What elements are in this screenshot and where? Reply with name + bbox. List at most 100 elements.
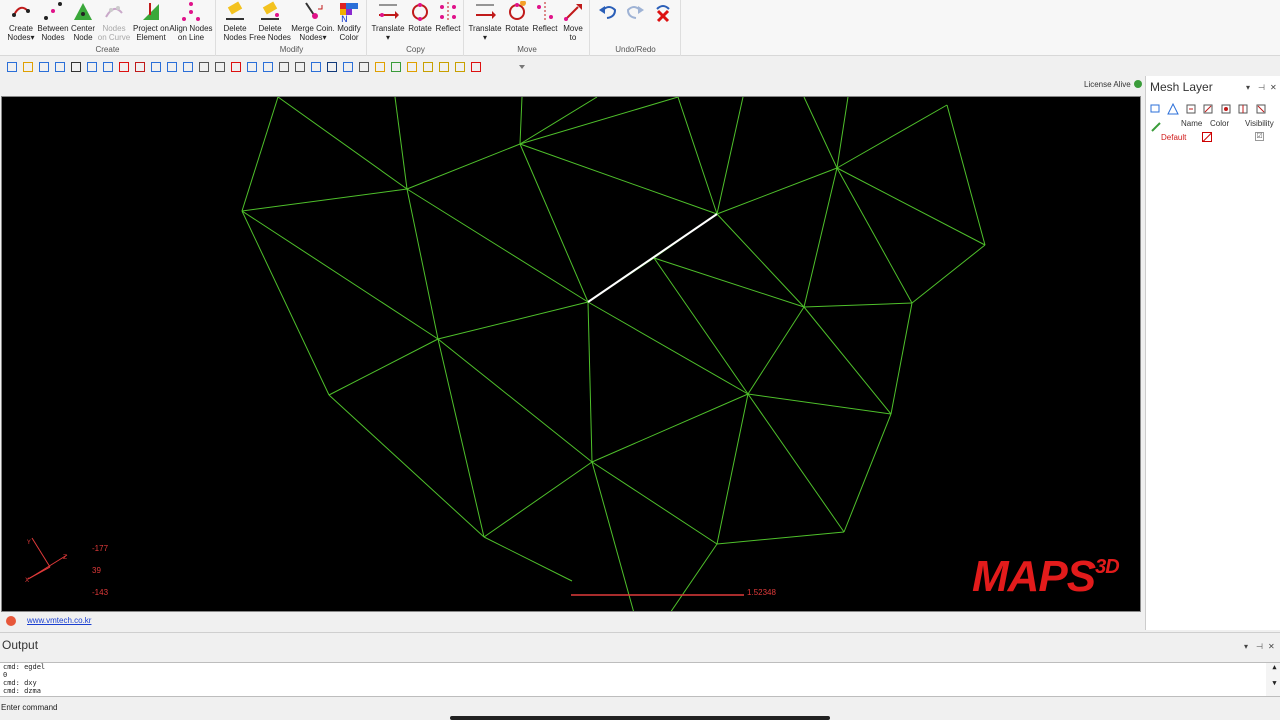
output-log[interactable]: cmd: egdel 0 cmd: dxy cmd: dzma ▲ ▼	[0, 662, 1280, 697]
mesh-edge[interactable]	[803, 302, 913, 308]
mesh-edge[interactable]	[437, 338, 485, 538]
mesh-edge[interactable]	[716, 97, 744, 215]
layer-add-icon[interactable]	[1185, 102, 1197, 114]
undo-button[interactable]	[595, 0, 621, 44]
column-name-header[interactable]: Name	[1181, 119, 1202, 128]
shade-icon[interactable]	[374, 60, 386, 72]
mesh-edge[interactable]	[747, 393, 845, 533]
delete-free-nodes-button[interactable]: Delete Free Nodes	[249, 0, 291, 44]
pan-icon[interactable]	[358, 60, 370, 72]
column-visibility-header[interactable]: Visibility	[1245, 119, 1274, 128]
layer-split-icon[interactable]	[1237, 102, 1249, 114]
zoom-window-icon[interactable]	[214, 60, 226, 72]
mesh-edge[interactable]	[747, 306, 805, 395]
mesh-edge[interactable]	[716, 531, 845, 545]
clear-history-button[interactable]	[650, 0, 676, 44]
mesh-edge[interactable]	[670, 543, 718, 612]
mesh-edge[interactable]	[519, 97, 598, 145]
save-as-icon[interactable]	[54, 60, 66, 72]
mesh-edge[interactable]	[437, 301, 589, 340]
mesh-edge[interactable]	[716, 167, 838, 215]
modify-color-button[interactable]: N Modify Color	[335, 0, 363, 44]
mesh-edge[interactable]	[836, 167, 986, 246]
mesh-edge[interactable]	[803, 167, 838, 308]
view-front-icon[interactable]	[134, 60, 146, 72]
mesh-edge[interactable]	[483, 536, 573, 582]
mesh-edge[interactable]	[241, 188, 408, 212]
pick-icon[interactable]	[470, 60, 482, 72]
nodes-on-curve-button[interactable]: Nodes on Curve	[98, 0, 130, 44]
layer-row-default[interactable]: Default ☑	[1146, 131, 1280, 143]
mesh-edge[interactable]	[591, 461, 634, 612]
mesh-edge[interactable]	[241, 210, 330, 396]
dropdown-icon[interactable]	[516, 60, 528, 72]
mesh-canvas[interactable]: Y Z X	[2, 97, 1141, 612]
rotate-view-icon[interactable]	[246, 60, 258, 72]
layer-name[interactable]: Default	[1161, 133, 1186, 142]
redo-icon[interactable]	[102, 60, 114, 72]
view-cube-icon[interactable]	[342, 60, 354, 72]
layer-merge-icon[interactable]	[1220, 102, 1232, 114]
mesh-edge[interactable]	[519, 97, 679, 145]
copy-translate-button[interactable]: Translate ▾	[371, 0, 405, 44]
mesh-edge[interactable]	[587, 301, 749, 395]
copy-rotate-button[interactable]: Rotate	[406, 0, 434, 44]
layer-tree-icon[interactable]	[1150, 102, 1162, 114]
axis-icon[interactable]	[422, 60, 434, 72]
delete-icon[interactable]	[118, 60, 130, 72]
copy-reflect-button[interactable]: Reflect	[434, 0, 462, 44]
mesh-edge[interactable]	[241, 97, 279, 212]
mesh-edge[interactable]	[483, 461, 593, 538]
delete-nodes-button[interactable]: Delete Nodes	[221, 0, 249, 44]
undo-icon[interactable]	[86, 60, 98, 72]
mesh-edge[interactable]	[587, 301, 593, 463]
mesh-edge[interactable]	[519, 97, 523, 145]
mesh-edge[interactable]	[803, 306, 892, 415]
column-color-header[interactable]: Color	[1210, 119, 1229, 128]
project-on-element-button[interactable]: Project on Element	[133, 0, 169, 44]
output-scrollbar[interactable]: ▲ ▼	[1266, 663, 1280, 696]
layer-copy-icon[interactable]	[1202, 102, 1214, 114]
3d-viewport[interactable]: Y Z X -177 39 -143 1.52348 MAPS3D	[1, 96, 1141, 612]
mesh-dark-icon[interactable]	[326, 60, 338, 72]
output-pin-icon[interactable]: ⊣	[1256, 642, 1263, 651]
box-icon[interactable]	[438, 60, 450, 72]
mesh-edge[interactable]	[591, 461, 718, 545]
panel-close-icon[interactable]: ✕	[1270, 83, 1277, 92]
mesh-edge[interactable]	[328, 338, 439, 396]
mesh-edge[interactable]	[406, 188, 439, 340]
mesh-edge[interactable]	[437, 338, 593, 463]
mesh-edge[interactable]	[519, 143, 718, 215]
open-file-icon[interactable]	[22, 60, 34, 72]
panel-pin-icon[interactable]: ⊣	[1258, 83, 1265, 92]
view-iso-icon[interactable]	[166, 60, 178, 72]
mesh-edge[interactable]	[747, 393, 892, 415]
mesh-edge[interactable]	[519, 143, 589, 303]
mesh-edge[interactable]	[591, 393, 749, 463]
view-side-icon[interactable]	[182, 60, 194, 72]
mesh-edge[interactable]	[394, 97, 408, 190]
layer-color-swatch[interactable]	[1202, 132, 1212, 142]
mesh-edge[interactable]	[716, 393, 749, 545]
mesh-edge[interactable]	[843, 413, 892, 533]
selected-edge[interactable]	[587, 213, 718, 303]
layer-visibility-checkbox[interactable]: ☑	[1255, 132, 1264, 141]
render-icon[interactable]	[278, 60, 290, 72]
mesh-edge[interactable]	[277, 97, 408, 190]
align-nodes-on-line-button[interactable]: Align Nodes on Line	[169, 0, 213, 44]
color-icon[interactable]	[390, 60, 402, 72]
save-icon[interactable]	[38, 60, 50, 72]
new-file-icon[interactable]	[6, 60, 18, 72]
mesh-edge[interactable]	[653, 257, 749, 395]
mesh-edge[interactable]	[836, 97, 849, 169]
mesh-edge[interactable]	[677, 97, 718, 215]
node-icon[interactable]	[230, 60, 242, 72]
mesh-blue-icon[interactable]	[310, 60, 322, 72]
vmtech-link[interactable]: www.vmtech.co.kr	[27, 616, 91, 625]
mesh-edge[interactable]	[911, 244, 986, 304]
line-icon[interactable]	[454, 60, 466, 72]
settings-icon[interactable]	[70, 60, 82, 72]
move-translate-button[interactable]: Translate ▾	[468, 0, 502, 44]
layer-delete-icon[interactable]	[1255, 102, 1267, 114]
mesh-edge[interactable]	[406, 143, 521, 190]
